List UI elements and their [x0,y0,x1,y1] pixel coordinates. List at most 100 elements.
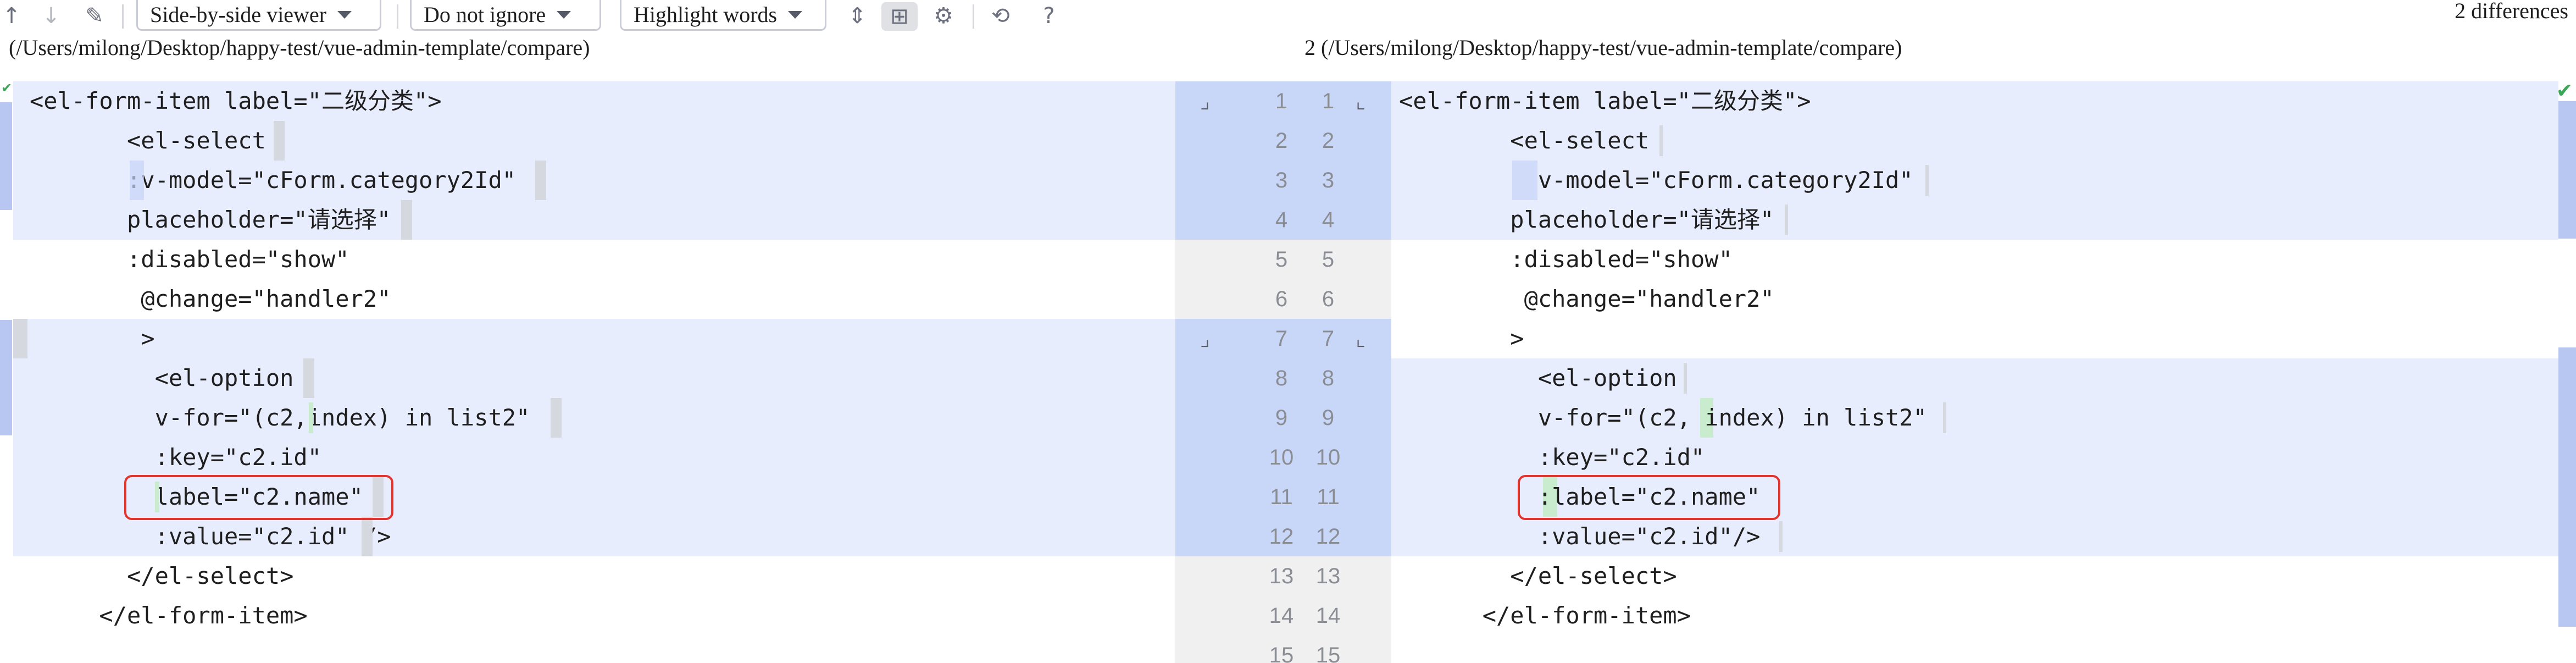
viewer-dropdown[interactable]: Side-by-side viewer [136,0,381,31]
revert-icon[interactable]: ⟲ [984,0,1018,32]
right-line-number: 6 [1322,287,1335,311]
code-line: <el-option [1391,358,2558,398]
code-line: </el-form-item> [13,596,1175,636]
gutter-row: 12 12 [1175,517,1391,556]
toolbar-separator [397,4,398,29]
right-line-number: 4 [1322,208,1335,232]
help-icon[interactable]: ? [1035,0,1063,32]
whitespace-highlight [1925,165,1929,196]
code-line: v-model="cForm.category2Id" [1391,161,2558,200]
apply-change-icon[interactable]: ⌞ [1354,319,1367,358]
right-line-number: 5 [1322,247,1335,272]
code-text: v-for="(c2, index) in list2" [1399,404,1927,431]
right-line-number: 13 [1315,564,1341,588]
differences-count: 2 differences [2455,0,2568,23]
code-line: :value="c2.id"/> [1391,517,2558,556]
code-text: </el-select> [30,562,294,589]
gutter-row: 2 2 [1175,121,1391,161]
code-text: <el-form-item label="二级分类"> [30,87,442,114]
arrow-down-icon[interactable]: ↓ [40,0,63,32]
apply-change-icon[interactable]: ⌞ [1354,81,1367,121]
left-line-number: 13 [1269,564,1294,588]
code-line: <el-form-item label="二级分类"> [1391,81,2558,121]
diff-toolbar: ↑ ↓ ✎ Side-by-side viewer Do not ignore … [0,0,2576,32]
toolbar-separator [122,4,124,29]
code-line: :value="c2.id" /> [13,517,1175,556]
change-marker-left [0,320,12,435]
apply-change-icon[interactable]: ⌟ [1198,319,1211,358]
gutter-row: 9 9 [1175,398,1391,438]
code-line: :key="c2.id" [13,438,1175,477]
diff-code-area: <el-form-item label="二级分类"> <el-select :… [0,81,2576,663]
whitespace-highlight [303,358,314,398]
code-line: </el-form-item> [1391,596,2558,636]
gutter-row: 8 8 [1175,358,1391,398]
ignore-dropdown-label: Do not ignore [424,2,546,27]
left-line-number: 2 [1275,129,1288,153]
left-code-pane[interactable]: <el-form-item label="二级分类"> <el-select :… [13,81,1175,663]
collapse-icon[interactable]: ⇕ [841,0,874,32]
code-text: :disabled="show" [1399,246,1733,273]
code-line: > [1391,319,2558,358]
code-text: :disabled="show" [30,246,349,273]
code-text: v-for="(c2,index) in list2" [30,404,530,431]
left-line-number: 6 [1275,287,1288,311]
code-text: <el-select [1399,127,1650,154]
gutter-row: 3 3 [1175,161,1391,200]
right-line-number: 1 [1322,89,1335,113]
code-text: :v-model="cForm.category2Id" [30,167,517,194]
code-text: @change="handler2" [30,285,391,312]
check-icon: ✔ [2556,80,2573,102]
left-line-number: 8 [1275,366,1288,390]
code-line: placeholder="请选择" [1391,200,2558,240]
whitespace-highlight [1943,402,1946,433]
apply-change-icon[interactable]: ⌟ [1198,81,1211,121]
code-text: :key="c2.id" [1399,444,1705,471]
right-line-number: 9 [1322,406,1335,430]
code-line: @change="handler2" [13,279,1175,319]
right-line-number: 10 [1315,445,1341,469]
code-line: @change="handler2" [1391,279,2558,319]
chevron-down-icon [337,10,352,19]
whitespace-highlight [13,319,27,358]
sync-scroll-icon[interactable]: ⊞ [881,2,918,31]
code-line: </el-select> [13,556,1175,596]
code-line: :v-model="cForm.category2Id" [13,161,1175,200]
whitespace-highlight [535,161,546,200]
gutter-row: 14 14 [1175,596,1391,636]
gutter-row: 13 13 [1175,556,1391,596]
left-line-number: 4 [1275,208,1288,232]
code-text: </el-form-item> [30,602,308,629]
gutter-row: ⌟ 7 7 ⌞ [1175,319,1391,358]
highlight-dropdown[interactable]: Highlight words [620,0,826,31]
chevron-down-icon [557,10,571,19]
gutter-row: 15 15 [1175,636,1391,663]
whitespace-highlight [1785,205,1788,235]
right-line-number: 7 [1322,327,1335,351]
modified-highlight [130,161,144,200]
right-code-pane[interactable]: <el-form-item label="二级分类"> <el-select v… [1391,81,2558,663]
code-line: <el-option [13,358,1175,398]
code-line: </el-select> [1391,556,2558,596]
code-text: placeholder="请选择" [1399,206,1774,233]
right-line-number: 15 [1315,643,1341,663]
gutter-row: 6 6 [1175,279,1391,319]
code-text: <el-option [30,364,294,391]
code-line: :disabled="show" [1391,240,2558,279]
right-line-number: 3 [1322,168,1335,192]
whitespace-highlight [1684,363,1687,394]
left-line-number: 10 [1269,445,1294,469]
gear-icon[interactable]: ⚙ [926,0,961,32]
code-text: :key="c2.id" [30,444,322,471]
ignore-dropdown[interactable]: Do not ignore [410,0,601,31]
highlight-box [124,475,393,520]
code-text: </el-form-item> [1399,602,1691,629]
left-line-number: 15 [1269,643,1294,663]
gutter-row: 10 10 [1175,438,1391,477]
check-icon: ✔ [1,80,13,96]
edit-icon[interactable]: ✎ [80,0,109,32]
code-text: <el-option [1399,364,1677,391]
right-line-number: 8 [1322,366,1335,390]
code-line: <el-select [13,121,1175,161]
arrow-up-icon[interactable]: ↑ [0,0,23,32]
